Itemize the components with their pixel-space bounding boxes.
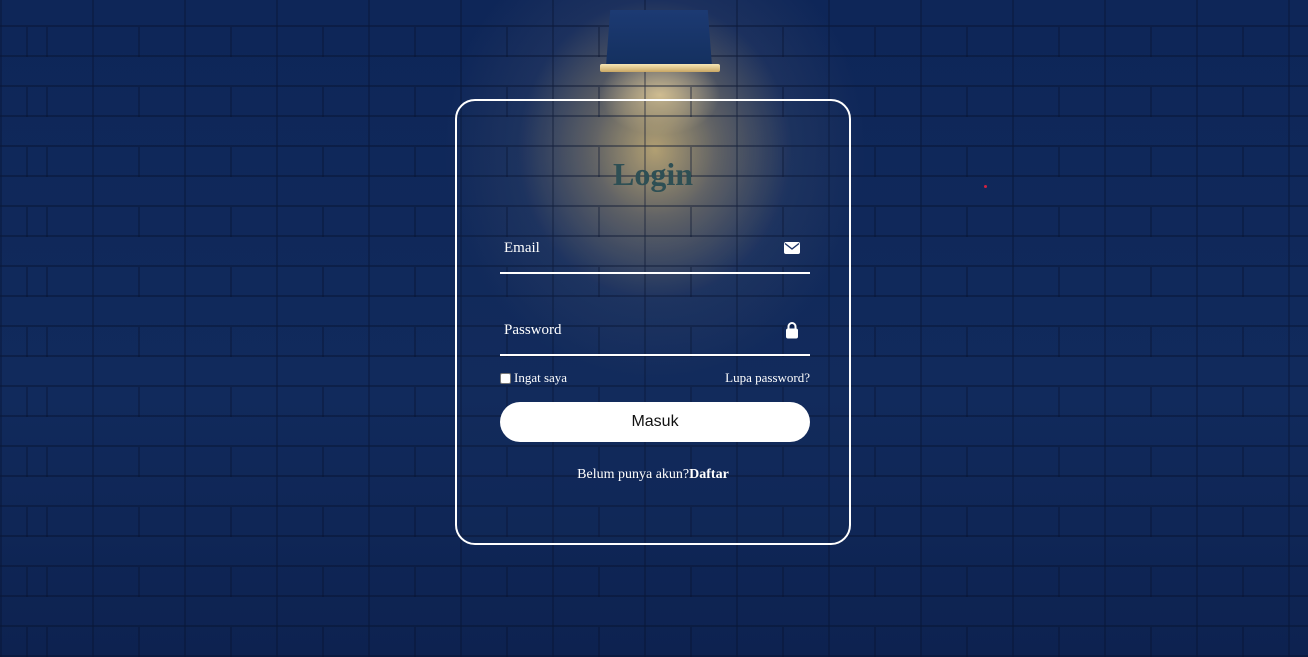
email-field-wrapper	[500, 228, 810, 274]
wall-lamp	[600, 10, 720, 72]
remember-me[interactable]: Ingat saya	[500, 370, 567, 386]
register-prompt: Belum punya akun?Daftar	[457, 467, 849, 483]
wall-lamp-light	[600, 64, 720, 72]
password-field-wrapper	[500, 310, 810, 356]
lock-icon	[782, 320, 802, 340]
login-options: Ingat saya Lupa password?	[500, 370, 810, 390]
forgot-password-link[interactable]: Lupa password?	[725, 370, 810, 386]
register-prompt-text: Belum punya akun?	[577, 467, 690, 482]
page-title: Login	[612, 156, 694, 192]
register-link[interactable]: Daftar	[689, 467, 729, 482]
login-card: Login Ingat saya Lupa password? Masuk Be…	[455, 99, 851, 545]
login-button[interactable]: Masuk	[500, 402, 810, 442]
email-field[interactable]	[500, 228, 774, 268]
password-field[interactable]	[500, 310, 774, 350]
red-dot	[984, 185, 987, 188]
remember-me-checkbox[interactable]	[500, 372, 511, 384]
wall-lamp-body	[606, 10, 712, 66]
remember-me-label: Ingat saya	[514, 370, 568, 385]
mail-icon	[782, 238, 802, 258]
